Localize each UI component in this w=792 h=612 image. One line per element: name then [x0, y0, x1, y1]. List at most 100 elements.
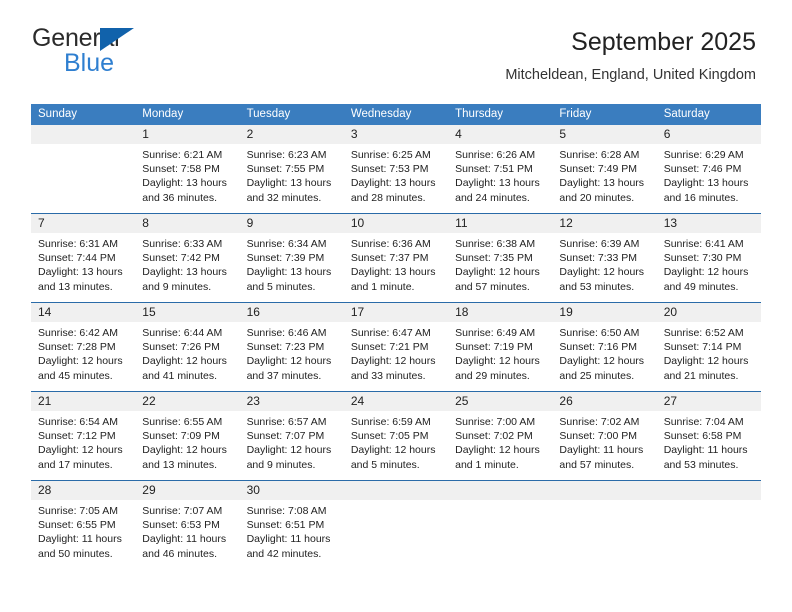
sunrise-text: Sunrise: 6:49 AM: [455, 327, 536, 339]
sunset-text: Sunset: 7:19 PM: [455, 341, 533, 354]
daylight-text-line1: Daylight: 13 hours: [246, 266, 332, 279]
day-cell[interactable]: 29 Sunrise: 7:07 AM Sunset: 6:53 PM Dayligh…: [135, 481, 240, 569]
sunset-text: Sunset: 7:05 PM: [350, 430, 429, 443]
day-cell[interactable]: 28 Sunrise: 7:05 AM Sunset: 6:55 PM Dayligh…: [31, 481, 136, 569]
calendar-page: General Blue September 2025 Mitcheldean,…: [0, 0, 792, 612]
day-number: 1: [135, 125, 240, 144]
sunrise-text: Sunrise: 6:50 AM: [559, 327, 640, 339]
sunset-text: Sunset: 7:28 PM: [38, 341, 116, 354]
day-cell[interactable]: 16 Sunrise: 6:46 AM Sunset: 7:23 PM Dayligh…: [239, 303, 344, 391]
sunset-text: Sunset: 6:55 PM: [38, 519, 116, 532]
sunset-text: Sunset: 6:58 PM: [663, 430, 742, 443]
day-number: 10: [343, 214, 449, 233]
daylight-text-line1: Daylight: 12 hours: [455, 444, 540, 457]
daylight-text-line1: Daylight: 11 hours: [142, 533, 227, 546]
day-cell[interactable]: 11 Sunrise: 6:38 AM Sunset: 7:35 PM Dayligh…: [448, 214, 553, 302]
daylight-text-line2: and 17 minutes.: [38, 458, 113, 471]
sunrise-text: Sunrise: 7:05 AM: [38, 505, 118, 517]
day-cell[interactable]: 13 Sunrise: 6:41 AM Sunset: 7:30 PM Dayligh…: [656, 214, 761, 302]
day-cell[interactable]: 23 Sunrise: 6:57 AM Sunset: 7:07 PM Dayligh…: [239, 392, 344, 480]
calendar-grid: Sunday Monday Tuesday Wednesday Thursday…: [31, 104, 761, 569]
daylight-text-line1: Daylight: 11 hours: [38, 533, 122, 546]
daylight-text-line1: Daylight: 12 hours: [663, 355, 749, 368]
sunset-text: Sunset: 7:07 PM: [246, 430, 325, 443]
day-cell[interactable]: 19 Sunrise: 6:50 AM Sunset: 7:16 PM Dayligh…: [552, 303, 657, 391]
day-cell[interactable]: 3 Sunrise: 6:25 AM Sunset: 7:53 PM Daylight…: [343, 125, 449, 213]
daylight-text-line2: and 24 minutes.: [455, 191, 530, 204]
day-number: 13: [656, 214, 761, 233]
daylight-text-line2: and 29 minutes.: [455, 369, 530, 382]
sunset-text: Sunset: 7:16 PM: [559, 341, 638, 354]
daylight-text-line1: Daylight: 11 hours: [663, 444, 748, 457]
daylight-text-line2: and 46 minutes.: [142, 547, 217, 560]
day-cell[interactable]: 18 Sunrise: 6:49 AM Sunset: 7:19 PM Dayligh…: [448, 303, 553, 391]
sunrise-text: Sunrise: 6:31 AM: [38, 238, 118, 250]
day-cell[interactable]: 25 Sunrise: 7:00 AM Sunset: 7:02 PM Dayligh…: [448, 392, 553, 480]
daylight-text-line1: Daylight: 12 hours: [142, 355, 227, 368]
sunrise-text: Sunrise: 7:00 AM: [455, 416, 536, 428]
day-cell[interactable]: 2 Sunrise: 6:23 AM Sunset: 7:55 PM Daylight…: [239, 125, 344, 213]
sunset-text: Sunset: 7:02 PM: [455, 430, 533, 443]
day-cell[interactable]: 21 Sunrise: 6:54 AM Sunset: 7:12 PM Dayligh…: [31, 392, 136, 480]
daylight-text-line1: Daylight: 13 hours: [142, 177, 227, 190]
day-cell[interactable]: 26 Sunrise: 7:02 AM Sunset: 7:00 PM Dayligh…: [552, 392, 657, 480]
sunset-text: Sunset: 6:53 PM: [142, 519, 220, 532]
day-cell[interactable]: 24 Sunrise: 6:59 AM Sunset: 7:05 PM Dayligh…: [343, 392, 449, 480]
day-number: [448, 481, 553, 500]
day-number: 15: [135, 303, 240, 322]
day-cell[interactable]: 17 Sunrise: 6:47 AM Sunset: 7:21 PM Dayligh…: [343, 303, 449, 391]
day-cell[interactable]: 15 Sunrise: 6:44 AM Sunset: 7:26 PM Dayligh…: [135, 303, 240, 391]
general-blue-logo[interactable]: General Blue: [32, 26, 162, 78]
daylight-text-line2: and 9 minutes.: [142, 280, 212, 293]
day-details: Sunrise: 6:29 AM Sunset: 7:46 PM Daylight:…: [657, 144, 761, 205]
day-details: Sunrise: 7:05 AM Sunset: 6:55 PM Daylight:…: [31, 500, 135, 561]
daylight-text-line2: and 49 minutes.: [663, 280, 739, 293]
sunrise-text: Sunrise: 6:41 AM: [663, 238, 744, 250]
day-details: Sunrise: 6:28 AM Sunset: 7:49 PM Daylight:…: [552, 144, 656, 205]
day-cell[interactable]: 30 Sunrise: 7:08 AM Sunset: 6:51 PM Dayligh…: [239, 481, 344, 569]
sunset-text: Sunset: 7:44 PM: [38, 252, 116, 265]
day-cell[interactable]: 12 Sunrise: 6:39 AM Sunset: 7:33 PM Dayligh…: [552, 214, 657, 302]
day-cell[interactable]: 20 Sunrise: 6:52 AM Sunset: 7:14 PM Dayligh…: [656, 303, 761, 391]
day-cell[interactable]: 27 Sunrise: 7:04 AM Sunset: 6:58 PM Dayligh…: [656, 392, 761, 480]
day-cell[interactable]: 9 Sunrise: 6:34 AM Sunset: 7:39 PM Daylight…: [239, 214, 344, 302]
day-cell-empty: [448, 481, 553, 569]
day-number: 26: [552, 392, 657, 411]
day-details: Sunrise: 6:42 AM Sunset: 7:28 PM Daylight:…: [31, 322, 135, 383]
day-cell[interactable]: 7 Sunrise: 6:31 AM Sunset: 7:44 PM Daylight…: [31, 214, 136, 302]
day-cell[interactable]: 8 Sunrise: 6:33 AM Sunset: 7:42 PM Daylight…: [135, 214, 240, 302]
sunset-text: Sunset: 7:23 PM: [246, 341, 325, 354]
day-cell[interactable]: 4 Sunrise: 6:26 AM Sunset: 7:51 PM Daylight…: [448, 125, 553, 213]
day-cell[interactable]: 1 Sunrise: 6:21 AM Sunset: 7:58 PM Daylight…: [135, 125, 240, 213]
daylight-text-line2: and 36 minutes.: [142, 191, 217, 204]
day-number: 30: [239, 481, 344, 500]
day-number: 19: [552, 303, 657, 322]
day-cell[interactable]: 5 Sunrise: 6:28 AM Sunset: 7:49 PM Daylight…: [552, 125, 657, 213]
calendar-week-row: 7 Sunrise: 6:31 AM Sunset: 7:44 PM Daylight…: [31, 213, 761, 302]
daylight-text-line2: and 9 minutes.: [246, 458, 316, 471]
sunset-text: Sunset: 7:39 PM: [246, 252, 325, 265]
day-number: 3: [343, 125, 449, 144]
day-cell[interactable]: 14 Sunrise: 6:42 AM Sunset: 7:28 PM Dayligh…: [31, 303, 136, 391]
weekday-friday: Friday: [559, 108, 592, 120]
sunrise-text: Sunrise: 6:47 AM: [350, 327, 431, 339]
day-details: [31, 144, 135, 148]
sunrise-text: Sunrise: 6:33 AM: [142, 238, 223, 250]
daylight-text-line2: and 5 minutes.: [350, 458, 420, 471]
daylight-text-line2: and 1 minute.: [455, 458, 519, 471]
day-cell[interactable]: 6 Sunrise: 6:29 AM Sunset: 7:46 PM Daylight…: [656, 125, 761, 213]
day-cell-empty: [343, 481, 449, 569]
day-number: 17: [343, 303, 449, 322]
sunset-text: Sunset: 6:51 PM: [246, 519, 325, 532]
daylight-text-line2: and 28 minutes.: [350, 191, 426, 204]
weekday-header-row: Sunday Monday Tuesday Wednesday Thursday…: [31, 104, 761, 125]
daylight-text-line1: Daylight: 12 hours: [142, 444, 227, 457]
page-subtitle: Mitcheldean, England, United Kingdom: [505, 66, 756, 83]
daylight-text-line2: and 1 minute.: [350, 280, 415, 293]
day-cell-empty: [552, 481, 657, 569]
day-cell[interactable]: 22 Sunrise: 6:55 AM Sunset: 7:09 PM Dayligh…: [135, 392, 240, 480]
daylight-text-line2: and 53 minutes.: [663, 458, 739, 471]
day-cell[interactable]: 10 Sunrise: 6:36 AM Sunset: 7:37 PM Dayligh…: [343, 214, 449, 302]
sunrise-text: Sunrise: 6:36 AM: [350, 238, 431, 250]
day-details: Sunrise: 6:21 AM Sunset: 7:58 PM Daylight:…: [135, 144, 239, 205]
